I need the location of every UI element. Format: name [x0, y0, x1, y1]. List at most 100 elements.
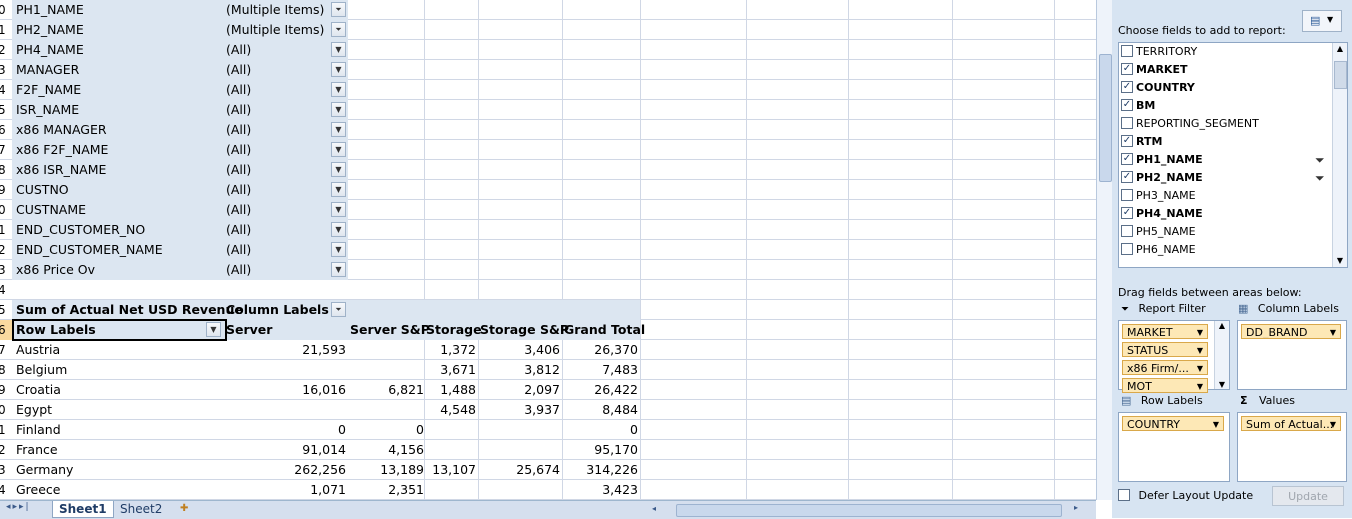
- pivot-value-cell[interactable]: 16,016: [302, 380, 346, 400]
- field-scroll-thumb[interactable]: [1334, 61, 1347, 89]
- field-checkbox[interactable]: ✓: [1121, 207, 1133, 219]
- pivot-value-cell[interactable]: 3,671: [440, 360, 476, 380]
- row-number[interactable]: 3: [0, 60, 12, 80]
- filter-dropdown-button[interactable]: ▼: [331, 62, 346, 77]
- field-item[interactable]: ✓ RTM: [1121, 133, 1162, 151]
- field-checkbox[interactable]: [1121, 45, 1133, 57]
- pivot-value-cell[interactable]: 26,370: [594, 340, 638, 360]
- row-number[interactable]: 7: [0, 340, 12, 360]
- filter-dropdown-button[interactable]: ▼: [331, 102, 346, 117]
- pivot-row-label[interactable]: Austria: [16, 340, 60, 360]
- filter-value[interactable]: (Multiple Items): [226, 20, 324, 40]
- field-checkbox[interactable]: [1121, 225, 1133, 237]
- column-labels-area[interactable]: DD_BRAND ▼: [1237, 320, 1347, 390]
- row-number[interactable]: 7: [0, 140, 12, 160]
- sheet-vertical-scrollbar[interactable]: [1096, 0, 1113, 500]
- filter-field-name[interactable]: PH2_NAME: [16, 20, 84, 40]
- pivot-value-cell[interactable]: 0: [416, 420, 424, 440]
- pivot-value-cell[interactable]: 2,097: [524, 380, 560, 400]
- hscroll-left-icon[interactable]: ◂: [652, 504, 662, 514]
- filter-dropdown-button[interactable]: ▼: [331, 202, 346, 217]
- update-button[interactable]: Update: [1272, 486, 1344, 506]
- row-number[interactable]: 4: [0, 80, 12, 100]
- filter-dropdown-button[interactable]: ▼: [331, 42, 346, 57]
- spreadsheet-grid[interactable]: 0 PH1_NAME (Multiple Items) ⏷ 1 PH2_NAME (Mult…: [0, 0, 1096, 500]
- filter-field-name[interactable]: CUSTNO: [16, 180, 69, 200]
- field-item[interactable]: PH5_NAME: [1121, 223, 1196, 241]
- pivot-value-cell[interactable]: 4,156: [388, 440, 424, 460]
- filter-value[interactable]: (All): [226, 140, 251, 160]
- tab-nav-arrows-icon[interactable]: ◂▸▸|: [6, 502, 31, 512]
- filter-field-name[interactable]: END_CUSTOMER_NAME: [16, 240, 163, 260]
- field-item[interactable]: TERRITORY: [1121, 43, 1197, 61]
- defer-layout-checkbox[interactable]: Defer Layout Update: [1118, 489, 1253, 502]
- row-number[interactable]: 5: [0, 100, 12, 120]
- area-field-chip[interactable]: MARKET ▼: [1122, 324, 1208, 339]
- field-checkbox[interactable]: [1121, 189, 1133, 201]
- row-labels-filter-button[interactable]: ▼: [206, 322, 221, 337]
- row-number[interactable]: 8: [0, 360, 12, 380]
- pivot-value-cell[interactable]: 0: [338, 420, 346, 440]
- hscroll-thumb[interactable]: [676, 504, 1062, 517]
- report-filter-area[interactable]: MARKET ▼ STATUS ▼ x86 Firm/... ▼ MOT ▼ ▲ ▼: [1118, 320, 1230, 393]
- filter-dropdown-button[interactable]: ▼: [331, 222, 346, 237]
- filter-field-name[interactable]: F2F_NAME: [16, 80, 81, 100]
- pivot-column-header[interactable]: Storage: [426, 320, 482, 340]
- row-number[interactable]: 0: [0, 200, 12, 220]
- field-item[interactable]: PH6_NAME: [1121, 241, 1196, 259]
- pivot-row-label[interactable]: Finland: [16, 420, 61, 440]
- pivot-row-label[interactable]: Croatia: [16, 380, 61, 400]
- pivot-value-cell[interactable]: 3,406: [524, 340, 560, 360]
- scroll-thumb[interactable]: [1099, 54, 1112, 182]
- pivot-column-header[interactable]: Grand Total: [564, 320, 645, 340]
- pivot-value-cell[interactable]: 95,170: [594, 440, 638, 460]
- field-layout-button[interactable]: ▤ ▼: [1302, 10, 1342, 32]
- pivot-value-cell[interactable]: 3,937: [524, 400, 560, 420]
- filter-field-name[interactable]: ISR_NAME: [16, 100, 79, 120]
- field-checkbox[interactable]: [1121, 243, 1133, 255]
- scroll-down-icon[interactable]: ▼: [1215, 380, 1229, 389]
- field-checkbox[interactable]: ✓: [1121, 171, 1133, 183]
- row-number[interactable]: 9: [0, 180, 12, 200]
- field-item[interactable]: ✓ COUNTRY: [1121, 79, 1195, 97]
- row-number[interactable]: 1: [0, 420, 12, 440]
- row-labels-area[interactable]: COUNTRY ▼: [1118, 412, 1230, 482]
- row-number[interactable]: 3: [0, 260, 12, 280]
- hscroll-right-icon[interactable]: ▸: [1074, 503, 1078, 512]
- pivot-value-cell[interactable]: 91,014: [302, 440, 346, 460]
- row-number[interactable]: 2: [0, 440, 12, 460]
- field-item[interactable]: ✓ PH1_NAME: [1121, 151, 1203, 169]
- area-field-chip[interactable]: Sum of Actual... ▼: [1241, 416, 1341, 431]
- filter-field-name[interactable]: x86 Price Ov: [16, 260, 95, 280]
- filter-field-name[interactable]: x86 MANAGER: [16, 120, 107, 140]
- filter-field-name[interactable]: END_CUSTOMER_NO: [16, 220, 145, 240]
- filter-field-name[interactable]: PH1_NAME: [16, 0, 84, 20]
- row-number[interactable]: 0: [0, 0, 12, 20]
- tab-sheet2[interactable]: Sheet2: [114, 501, 168, 517]
- pivot-value-cell[interactable]: 314,226: [586, 460, 638, 480]
- filter-value[interactable]: (All): [226, 180, 251, 200]
- pivot-value-cell[interactable]: 26,422: [594, 380, 638, 400]
- values-area[interactable]: Sum of Actual... ▼: [1237, 412, 1347, 482]
- row-number[interactable]: 1: [0, 20, 12, 40]
- filter-dropdown-button[interactable]: ▼: [331, 262, 346, 277]
- filter-applied-button[interactable]: ⏷: [331, 2, 346, 17]
- column-labels-header[interactable]: Column Labels: [226, 300, 329, 320]
- area-field-chip[interactable]: DD_BRAND ▼: [1241, 324, 1341, 339]
- row-labels-header[interactable]: Row Labels: [16, 320, 96, 340]
- pivot-column-header[interactable]: Server: [226, 320, 272, 340]
- pivot-value-cell[interactable]: 4,548: [440, 400, 476, 420]
- row-number[interactable]: 4: [0, 480, 12, 500]
- field-checkbox[interactable]: ✓: [1121, 153, 1133, 165]
- pivot-value-cell[interactable]: 2,351: [388, 480, 424, 500]
- filter-value[interactable]: (Multiple Items): [226, 0, 324, 20]
- row-number[interactable]: 2: [0, 240, 12, 260]
- pivot-value-cell[interactable]: 1,488: [440, 380, 476, 400]
- pivot-column-header[interactable]: Server S&P: [350, 320, 430, 340]
- field-checkbox[interactable]: [1121, 117, 1133, 129]
- filter-value[interactable]: (All): [226, 220, 251, 240]
- pivot-row-label[interactable]: Greece: [16, 480, 61, 500]
- filter-value[interactable]: (All): [226, 60, 251, 80]
- row-number[interactable]: 3: [0, 460, 12, 480]
- pivot-value-cell[interactable]: 25,674: [516, 460, 560, 480]
